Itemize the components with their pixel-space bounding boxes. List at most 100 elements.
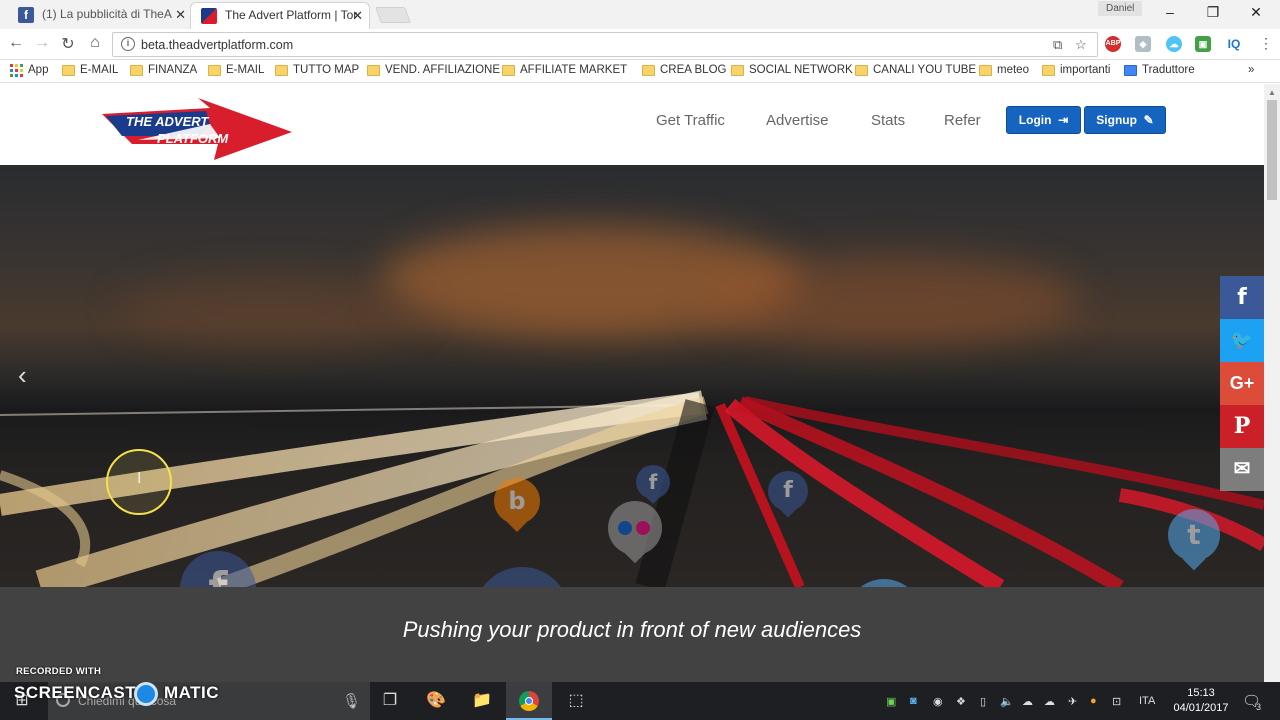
back-icon[interactable]: ← xyxy=(6,34,26,52)
bookmark-folder[interactable]: FINANZA xyxy=(130,64,197,76)
advert-platform-logo[interactable] xyxy=(102,98,292,162)
share-pinterest-icon[interactable]: P xyxy=(1220,405,1264,448)
menu-icon[interactable]: ⋮ xyxy=(1256,35,1276,52)
browser-toolbar: ← → ↻ ⌂ i beta.theadvertplatform.com ⧉ ☆… xyxy=(0,29,1280,60)
close-tab-icon[interactable]: ✕ xyxy=(352,3,363,28)
flickr-pink-dot xyxy=(636,521,650,535)
bookmark-label: TUTTO MAP xyxy=(293,64,360,76)
pencil-icon: ✎ xyxy=(1140,113,1154,127)
nav-stats[interactable]: Stats xyxy=(871,112,905,129)
chrome-taskbar-button[interactable] xyxy=(506,682,552,720)
microphone-icon[interactable]: 🎙 xyxy=(342,692,361,710)
bookmark-folder[interactable]: E-MAIL xyxy=(62,64,118,76)
recorder-watermark-right: MATIC xyxy=(164,683,220,702)
bookmark-folder[interactable]: SOCIAL NETWORK xyxy=(731,64,853,76)
logo-text-line1: THE ADVERT xyxy=(126,114,209,129)
language-indicator[interactable]: ITA xyxy=(1139,695,1155,707)
notification-count: 3 xyxy=(1256,702,1262,712)
home-icon[interactable]: ⌂ xyxy=(85,34,105,52)
tray-norton-icon[interactable]: ● xyxy=(1090,695,1097,707)
scrollbar-thumb[interactable] xyxy=(1267,100,1277,200)
folder-icon xyxy=(367,65,380,76)
site-header: THE ADVERT PLATFORM Get Traffic Advertis… xyxy=(0,84,1264,165)
tab-title: (1) La pubblicità di TheA xyxy=(42,7,172,21)
folder-icon xyxy=(208,65,221,76)
tagline-section: Pushing your product in front of new aud… xyxy=(0,587,1264,682)
folder-icon xyxy=(502,65,515,76)
tray-onedrive-icon[interactable]: ☁ xyxy=(1044,695,1055,708)
file-explorer-icon[interactable]: 📁 xyxy=(472,691,492,711)
recorder-logo-icon xyxy=(134,682,158,706)
bookmark-folder[interactable]: E-MAIL xyxy=(208,64,264,76)
more-bookmarks-icon[interactable]: » xyxy=(1248,64,1254,76)
bookmark-folder[interactable]: VEND. AFFILIAZIONE xyxy=(367,64,500,76)
task-view-icon[interactable]: ❐ xyxy=(380,691,400,711)
hero-carousel: f f f f t t b ‹ I xyxy=(0,165,1264,587)
system-clock[interactable]: 15:13 04/01/2017 xyxy=(1170,686,1232,716)
paint-app-icon[interactable]: 🎨 xyxy=(426,691,446,711)
close-tab-icon[interactable]: ✕ xyxy=(175,2,186,27)
translate-icon[interactable]: ⧉ xyxy=(1053,37,1062,53)
page-scrollbar[interactable]: ▲ xyxy=(1264,84,1280,682)
url-text[interactable]: beta.theadvertplatform.com xyxy=(141,38,293,52)
tab-facebook[interactable]: f (1) La pubblicità di TheA ✕ xyxy=(8,2,192,29)
share-facebook-icon[interactable]: f xyxy=(1220,276,1264,319)
forward-icon[interactable]: → xyxy=(32,34,52,52)
bookmark-folder[interactable]: importanti xyxy=(1042,64,1111,76)
text-cursor-icon: I xyxy=(137,470,142,487)
bookmark-star-icon[interactable]: ☆ xyxy=(1075,37,1087,53)
tray-network-off-icon[interactable]: ✈ xyxy=(1068,695,1077,708)
nav-get-traffic[interactable]: Get Traffic xyxy=(656,112,725,129)
tab-title: The Advert Platform | Tor xyxy=(225,8,358,22)
tray-green-icon[interactable]: ▣ xyxy=(886,695,896,708)
minimize-icon[interactable]: – xyxy=(1160,4,1180,20)
close-window-icon[interactable]: ✕ xyxy=(1246,4,1266,21)
facebook-icon: f xyxy=(18,7,34,23)
adblock-plus-icon[interactable]: ABP xyxy=(1105,36,1121,52)
bookmark-folder[interactable]: AFFILIATE MARKETIN xyxy=(502,64,628,76)
bookmark-label: importanti xyxy=(1060,64,1111,76)
tray-dropbox-icon[interactable]: ❖ xyxy=(956,695,966,708)
share-email-icon[interactable]: ✉ xyxy=(1220,448,1264,491)
bookmark-label: CANALI YOU TUBE xyxy=(873,64,977,76)
signup-button[interactable]: Signup ✎ xyxy=(1084,106,1166,134)
tray-app-icon[interactable]: ◙ xyxy=(910,695,917,707)
iq-extension-icon[interactable]: IQ xyxy=(1226,36,1242,52)
cloud-extension-icon[interactable]: ☁ xyxy=(1166,36,1182,52)
tray-wifi-icon[interactable]: ⊡ xyxy=(1112,695,1121,708)
address-bar[interactable]: i beta.theadvertplatform.com ⧉ ☆ xyxy=(112,32,1098,57)
share-google-plus-icon[interactable]: G+ xyxy=(1220,362,1264,405)
nav-refer[interactable]: Refer xyxy=(944,112,981,129)
bookmark-apps[interactable]: App xyxy=(10,64,48,77)
tagline: Pushing your product in front of new aud… xyxy=(402,617,862,642)
bookmark-folder[interactable]: TUTTO MAP xyxy=(275,64,359,76)
tray-battery-icon[interactable]: ▯ xyxy=(980,695,986,708)
extension-icon[interactable]: ◆ xyxy=(1135,36,1151,52)
signup-label: Signup xyxy=(1096,113,1137,127)
green-extension-icon[interactable]: ▣ xyxy=(1195,36,1211,52)
bookmark-label: E-MAIL xyxy=(80,64,119,76)
snipping-tool-icon[interactable]: ⬚ xyxy=(566,691,586,711)
bookmark-folder[interactable]: meteo xyxy=(979,64,1029,76)
nav-advertise[interactable]: Advertise xyxy=(766,112,829,129)
new-tab-button[interactable] xyxy=(375,7,411,23)
tab-advert-platform[interactable]: The Advert Platform | Tor ✕ xyxy=(190,2,370,29)
scroll-up-icon[interactable]: ▲ xyxy=(1268,88,1276,97)
reload-icon[interactable]: ↻ xyxy=(58,34,78,54)
bookmark-label: E-MAIL xyxy=(226,64,265,76)
profile-button[interactable]: Daniel xyxy=(1098,1,1143,16)
share-twitter-icon[interactable]: 🐦 xyxy=(1220,319,1264,362)
bookmark-folder[interactable]: CREA BLOG xyxy=(642,64,726,76)
web-page: THE ADVERT PLATFORM Get Traffic Advertis… xyxy=(0,84,1264,682)
login-button[interactable]: Login ⇥ xyxy=(1006,106,1081,134)
bookmark-translate[interactable]: Traduttore xyxy=(1124,64,1195,76)
tray-chrome-icon[interactable]: ◉ xyxy=(933,695,943,708)
carousel-previous-icon[interactable]: ‹ xyxy=(18,360,27,391)
site-info-icon[interactable]: i xyxy=(121,37,135,51)
bookmark-label: SOCIAL NETWORK xyxy=(749,64,853,76)
bookmark-folder[interactable]: CANALI YOU TUBE xyxy=(855,64,976,76)
maximize-icon[interactable]: ❐ xyxy=(1203,4,1223,21)
blogger-bubble-icon: b xyxy=(494,478,540,524)
tray-cloud-icon[interactable]: ☁ xyxy=(1022,695,1033,708)
tray-volume-icon[interactable]: 🔈 xyxy=(1000,695,1014,708)
